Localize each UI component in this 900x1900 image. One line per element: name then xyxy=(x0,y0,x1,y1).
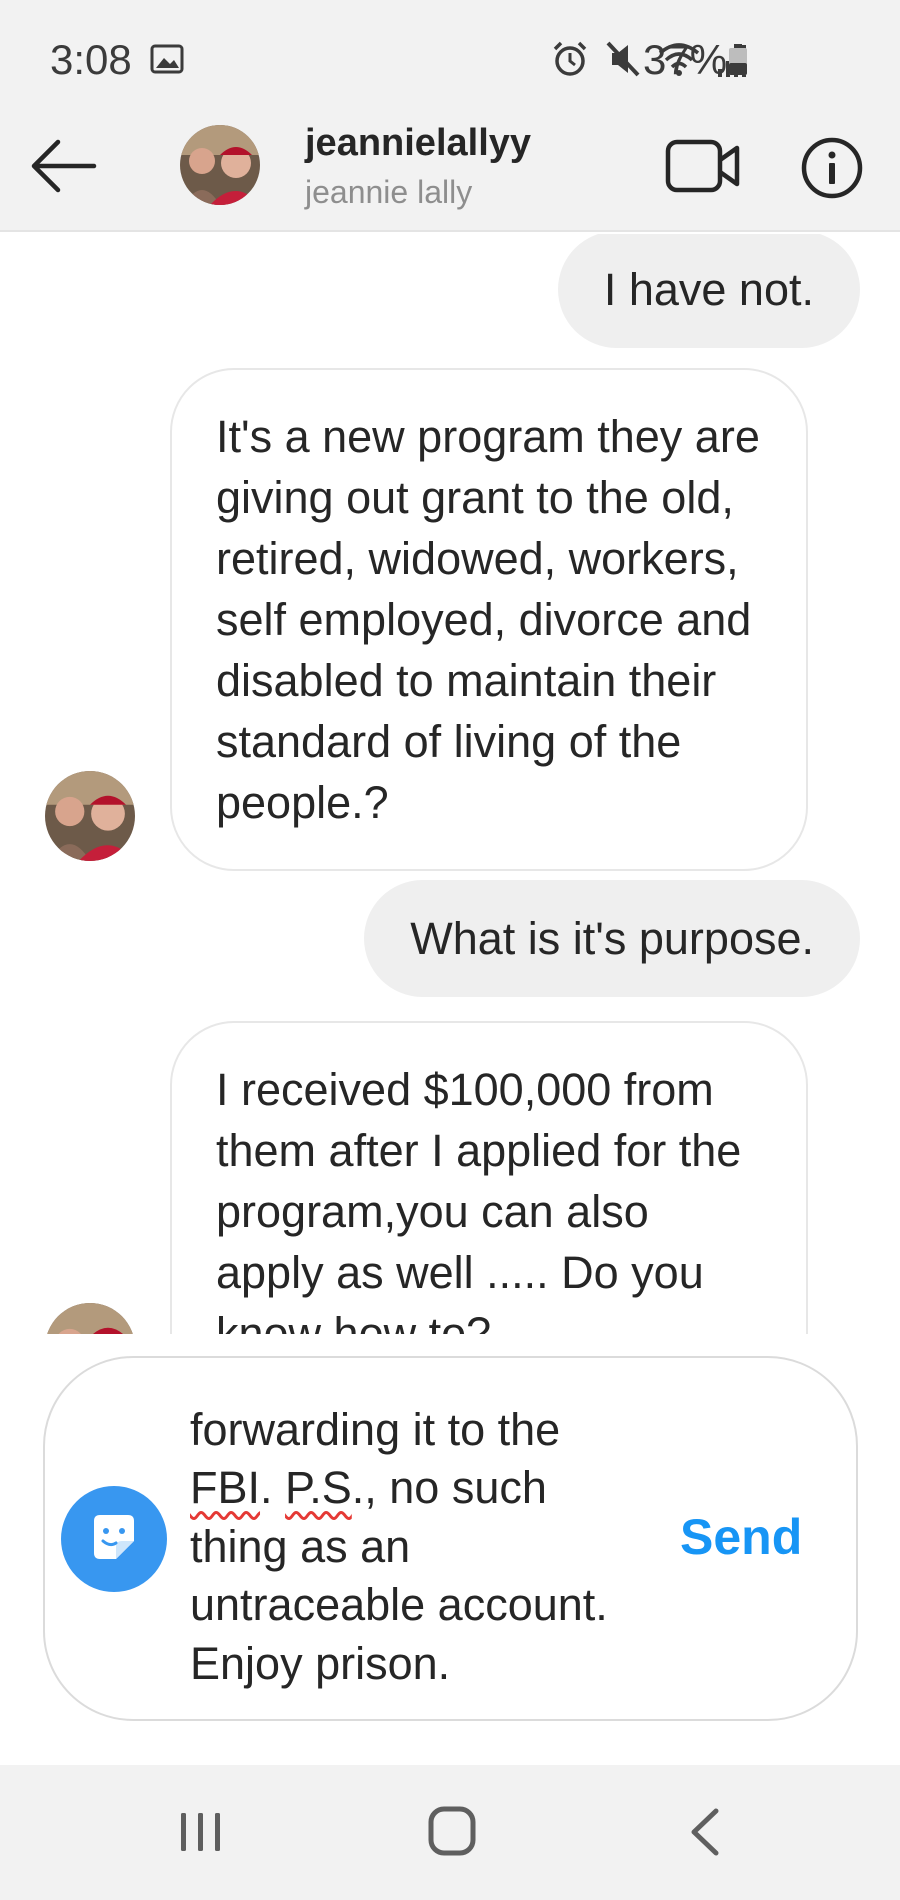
input-line: Enjoy prison. xyxy=(190,1637,451,1689)
video-camera-icon xyxy=(665,139,740,193)
input-line: FBI. P.S., no such xyxy=(190,1459,650,1518)
back-button[interactable] xyxy=(28,130,100,202)
send-button[interactable]: Send xyxy=(680,1508,802,1566)
message-received[interactable]: It's a new program they are giving out g… xyxy=(170,368,808,871)
arrow-left-icon xyxy=(31,139,97,193)
message-composer[interactable]: forwarding it to the FBI. P.S., no such … xyxy=(43,1356,858,1721)
header-fullname: jeannie lally xyxy=(305,174,473,210)
profile-photo xyxy=(180,125,260,205)
spellcheck-word[interactable]: FBI xyxy=(190,1462,260,1513)
system-navigation-bar xyxy=(0,1765,900,1900)
home-icon[interactable] xyxy=(428,1805,476,1857)
status-time: 3:08 xyxy=(50,36,132,83)
video-call-button[interactable] xyxy=(665,136,741,196)
input-text: . xyxy=(260,1462,286,1513)
input-line: untraceable account. xyxy=(190,1579,608,1630)
status-bar: 3:08 37% xyxy=(0,0,900,100)
battery-icon xyxy=(729,44,747,75)
mute-icon xyxy=(606,41,640,77)
info-button[interactable] xyxy=(800,136,864,200)
spellcheck-word[interactable]: P.S xyxy=(285,1462,352,1513)
input-line: thing as an xyxy=(190,1520,411,1572)
chat-header: jeannielallyy jeannie lally xyxy=(0,100,900,232)
info-icon xyxy=(801,137,863,199)
message-sent[interactable]: I have not. xyxy=(557,234,860,348)
input-text: ., no such xyxy=(351,1462,547,1513)
avatar[interactable] xyxy=(45,1303,135,1334)
sender-photo xyxy=(45,771,135,861)
avatar[interactable] xyxy=(180,125,260,205)
alarm-icon xyxy=(553,41,587,76)
sticker-button[interactable] xyxy=(61,1486,167,1592)
recents-icon[interactable] xyxy=(178,1809,224,1855)
chevron-left-icon[interactable] xyxy=(686,1807,722,1857)
avatar[interactable] xyxy=(45,771,135,861)
header-username[interactable]: jeannielallyy xyxy=(305,122,531,165)
message-input[interactable]: forwarding it to the FBI. P.S., no such … xyxy=(190,1358,650,1719)
battery-percent: 37% xyxy=(643,36,728,83)
message-sent[interactable]: What is it's purpose. xyxy=(364,880,860,997)
message-received[interactable]: I received $100,000 from them after I ap… xyxy=(170,1021,808,1334)
message-input-text[interactable]: forwarding it to the FBI. P.S., no such … xyxy=(190,1401,650,1694)
gallery-notification-icon xyxy=(150,44,184,74)
sender-photo xyxy=(45,1303,135,1334)
input-line: forwarding it to the xyxy=(190,1403,561,1455)
message-thread[interactable]: I have not. It's a new program they are … xyxy=(0,234,900,1334)
sticker-icon xyxy=(94,1515,134,1559)
